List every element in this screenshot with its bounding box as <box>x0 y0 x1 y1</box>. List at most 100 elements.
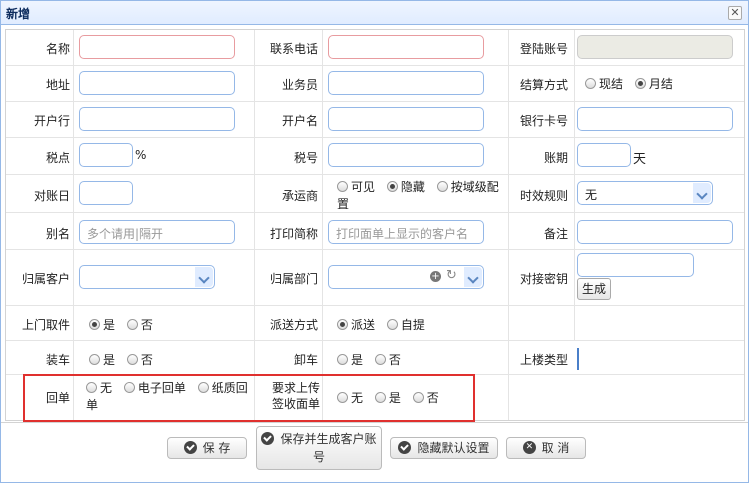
card-label: 银行卡号 <box>519 114 568 128</box>
unload-label: 卸车 <box>293 353 318 367</box>
load-radio-group: 是 否 <box>89 351 161 368</box>
settle-radio-group: 现结 月结 <box>585 75 681 92</box>
dialog-title: 新增 <box>6 7 31 21</box>
carrier-option-visible[interactable]: 可见 <box>337 180 375 194</box>
period-label: 账期 <box>543 151 568 165</box>
name-label: 名称 <box>45 42 70 56</box>
radio-icon <box>89 354 100 365</box>
owner-customer-label: 归属客户 <box>21 272 70 286</box>
add-icon[interactable]: + <box>430 271 441 282</box>
delivery-option-deliver[interactable]: 派送 <box>337 318 375 332</box>
delivery-label: 派送方式 <box>269 318 318 332</box>
upstairs-type-label: 上楼类型 <box>519 353 568 367</box>
remark-label: 备注 <box>543 227 568 241</box>
save-generate-button[interactable]: 保存并生成客户账号 <box>256 426 382 470</box>
reconcile-day-label: 对账日 <box>33 189 70 203</box>
load-option-no[interactable]: 否 <box>126 353 153 367</box>
timeliness-label: 时效规则 <box>519 189 568 203</box>
secret-key-input[interactable] <box>577 253 694 277</box>
owner-dept-label: 归属部门 <box>269 272 318 286</box>
check-icon <box>261 432 275 445</box>
radio-checked-icon <box>89 319 100 330</box>
dialog-titlebar: 新增 ✕ <box>1 1 748 25</box>
radio-checked-icon <box>386 181 398 192</box>
salesman-input[interactable] <box>328 71 484 95</box>
address-input[interactable] <box>79 71 235 95</box>
upstairs-type-select[interactable] <box>577 348 579 370</box>
salesman-label: 业务员 <box>281 78 318 92</box>
print-name-label: 打印简称 <box>269 227 318 241</box>
bank-label: 开户行 <box>33 114 70 128</box>
check-icon <box>183 441 197 454</box>
login-account-input <box>577 35 733 59</box>
print-name-input[interactable]: 打印面单上显示的客户名 <box>328 220 484 244</box>
phone-input[interactable] <box>328 35 484 59</box>
tax-no-label: 税号 <box>293 151 318 165</box>
form-body: 名称 联系电话 登陆账号 地址 业务员 结算方式 现结 月结 开户行 开户名 银… <box>5 29 745 421</box>
new-customer-dialog: 新增 ✕ 名称 联系电话 登陆账号 地址 业务员 结算方式 现结 月结 开户行 … <box>0 0 749 483</box>
unload-radio-group: 是 否 <box>337 351 409 368</box>
load-option-yes[interactable]: 是 <box>89 353 115 367</box>
tax-point-unit: % <box>135 148 147 162</box>
alias-input[interactable]: 多个请用|隔开 <box>79 220 235 244</box>
delivery-radio-group: 派送 自提 <box>337 316 433 333</box>
radio-icon <box>436 181 448 192</box>
remark-input[interactable] <box>577 220 733 244</box>
chevron-down-icon[interactable] <box>693 183 711 203</box>
pickup-label: 上门取件 <box>21 318 70 332</box>
hide-default-button[interactable]: 隐藏默认设置 <box>390 437 498 459</box>
radio-checked-icon <box>337 319 348 330</box>
unload-option-no[interactable]: 否 <box>374 353 401 367</box>
pickup-option-yes[interactable]: 是 <box>89 318 115 332</box>
secret-key-label: 对接密钥 <box>519 272 568 286</box>
radio-icon <box>337 181 348 192</box>
dialog-footer: 保 存 保存并生成客户账号 隐藏默认设置 取 消 <box>1 422 748 483</box>
owner-dept-select[interactable]: + ↻ <box>328 265 484 289</box>
carrier-option-hidden[interactable]: 隐藏 <box>386 180 425 194</box>
bank-input[interactable] <box>79 107 235 131</box>
account-name-input[interactable] <box>328 107 484 131</box>
radio-checked-icon <box>634 78 646 89</box>
check-icon <box>398 441 412 454</box>
tax-point-input[interactable] <box>79 143 133 167</box>
address-label: 地址 <box>45 78 70 92</box>
period-input[interactable] <box>577 143 631 167</box>
unload-option-yes[interactable]: 是 <box>337 353 363 367</box>
highlight-box <box>23 374 475 422</box>
radio-icon <box>585 78 596 89</box>
cancel-icon <box>522 437 536 457</box>
phone-label: 联系电话 <box>269 42 318 56</box>
cancel-button[interactable]: 取 消 <box>506 437 586 459</box>
radio-icon <box>374 354 386 365</box>
pickup-option-no[interactable]: 否 <box>126 318 153 332</box>
timeliness-select[interactable]: 无 <box>577 181 713 205</box>
owner-customer-select[interactable] <box>79 265 215 289</box>
radio-icon <box>337 354 348 365</box>
account-name-label: 开户名 <box>281 114 318 128</box>
name-input[interactable] <box>79 35 235 59</box>
carrier-label: 承运商 <box>281 189 318 203</box>
refresh-icon[interactable]: ↻ <box>446 268 457 283</box>
radio-icon <box>126 319 138 330</box>
radio-icon <box>386 319 398 330</box>
reconcile-day-input[interactable] <box>79 181 133 205</box>
period-unit: 天 <box>633 152 647 167</box>
settle-option-monthly[interactable]: 月结 <box>634 77 673 91</box>
tax-point-label: 税点 <box>45 151 70 165</box>
radio-icon <box>126 354 138 365</box>
chevron-down-icon[interactable] <box>195 267 213 287</box>
tax-no-input[interactable] <box>328 143 484 167</box>
settle-label: 结算方式 <box>519 78 568 92</box>
delivery-option-self[interactable]: 自提 <box>386 318 425 332</box>
save-button[interactable]: 保 存 <box>167 437 247 459</box>
settle-option-cash[interactable]: 现结 <box>585 77 623 91</box>
alias-label: 别名 <box>45 227 70 241</box>
pickup-radio-group: 是 否 <box>89 316 161 333</box>
login-account-label: 登陆账号 <box>519 42 568 56</box>
close-icon[interactable]: ✕ <box>728 6 742 20</box>
carrier-radio-group: 可见 隐藏 按域级配置 <box>337 179 505 213</box>
load-label: 装车 <box>45 353 70 367</box>
generate-button[interactable]: 生成 <box>577 278 612 300</box>
card-input[interactable] <box>577 107 733 131</box>
chevron-down-icon[interactable] <box>464 267 482 287</box>
